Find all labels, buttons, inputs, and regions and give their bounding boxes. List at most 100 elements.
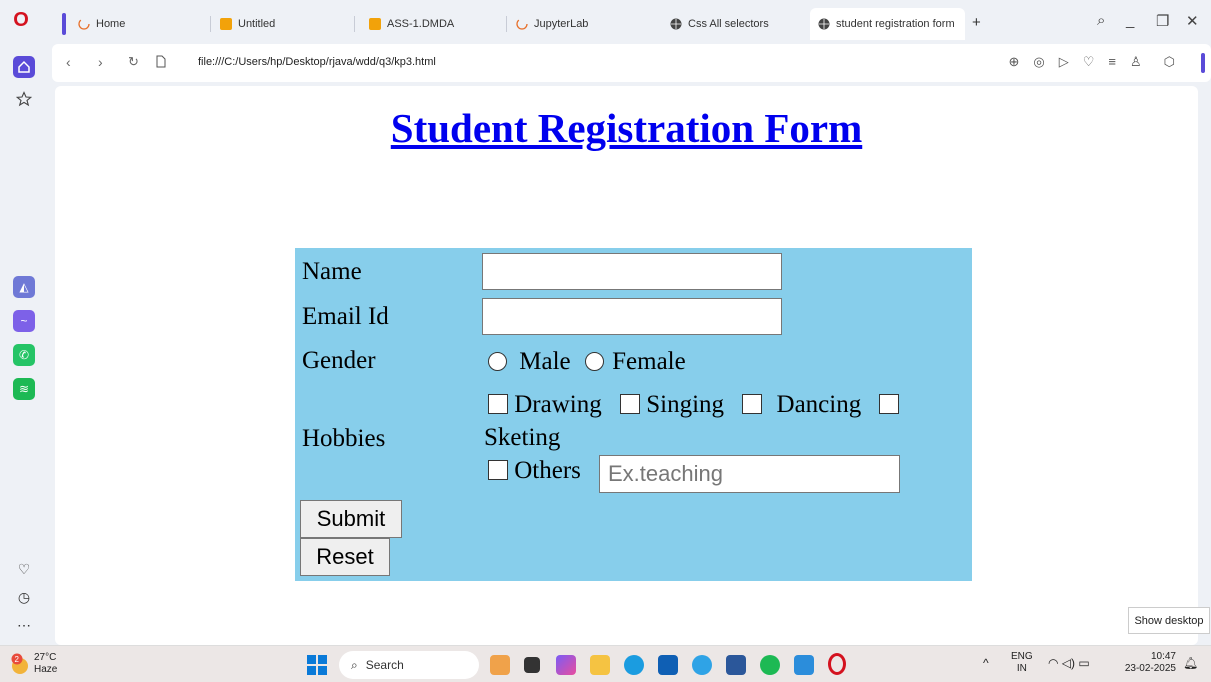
jupyter-icon	[516, 18, 528, 30]
tab-label: Home	[96, 18, 126, 30]
file-explorer-icon[interactable]	[590, 655, 610, 675]
home-icon[interactable]	[13, 56, 35, 78]
weather-widget[interactable]: 27°C Haze	[34, 652, 57, 676]
tab-label: JupyterLab	[534, 18, 589, 30]
gender-options: Male Female	[488, 348, 686, 376]
paint-app-icon[interactable]	[490, 655, 510, 675]
wifi-volume-battery-icon[interactable]: ◠ ◁) ▭	[1048, 656, 1090, 670]
globe-icon	[818, 18, 830, 30]
dancing-label: Dancing	[776, 391, 862, 418]
tab-label: ASS-1.DMDA	[387, 18, 455, 30]
document-icon	[369, 18, 381, 30]
singing-label: Singing	[646, 391, 725, 418]
sidebar-accent	[1201, 53, 1205, 73]
submit-button[interactable]: Submit	[300, 500, 402, 538]
whatsapp-icon[interactable]: ✆	[13, 344, 35, 366]
extensions-cube-icon[interactable]: ⬡	[1164, 54, 1175, 70]
tab-label: student registration form	[836, 18, 955, 30]
gender-label: Gender	[302, 347, 376, 374]
copilot-icon[interactable]	[556, 655, 576, 675]
tab-student-registration[interactable]: student registration form	[810, 8, 965, 40]
taskbar-search[interactable]: ⌕ Search	[339, 651, 479, 679]
mail-icon[interactable]	[658, 655, 678, 675]
word-icon[interactable]	[726, 655, 746, 675]
tab-label: Css All selectors	[688, 18, 769, 30]
drawing-checkbox[interactable]	[488, 394, 508, 414]
windows-start-icon[interactable]	[307, 655, 327, 675]
vscode-icon[interactable]	[794, 655, 814, 675]
page-title: Student Registration Form	[390, 105, 863, 151]
singing-checkbox[interactable]	[619, 394, 640, 414]
dancing-checkbox[interactable]	[742, 394, 763, 414]
opera-taskbar-icon[interactable]	[828, 653, 846, 675]
url-input[interactable]: file:///C:/Users/hp/Desktop/rjava/wdd/q3…	[198, 56, 436, 68]
page-viewport: Student Registration Form Name Email Id …	[55, 86, 1198, 645]
hobbies-row-others: Others	[488, 457, 581, 485]
email-input[interactable]	[482, 298, 782, 335]
search-placeholder: Search	[365, 658, 404, 672]
history-clock-icon[interactable]: ◷	[13, 586, 35, 608]
spotify-taskbar-icon[interactable]	[760, 655, 780, 675]
opera-logo-icon[interactable]: O	[10, 8, 32, 32]
hobbies-row-1: Drawing Singing Dancing	[488, 391, 900, 419]
back-icon[interactable]: ‹	[66, 54, 71, 70]
tab-ass-dmda[interactable]: ASS-1.DMDA	[361, 8, 501, 40]
sketing-label: Sketing	[484, 424, 561, 451]
tab-strip: Home Untitled ASS-1.DMDA JupyterLab Css …	[52, 8, 1211, 44]
name-label: Name	[302, 258, 362, 285]
lang-bottom: IN	[1016, 663, 1027, 674]
tray-chevron-icon[interactable]: ^	[983, 656, 989, 670]
messenger-icon[interactable]: ~	[13, 310, 35, 332]
name-input[interactable]	[482, 253, 782, 290]
female-radio[interactable]	[584, 352, 604, 371]
restore-icon[interactable]: ❐	[1156, 12, 1169, 30]
close-icon[interactable]: ✕	[1186, 12, 1199, 30]
notification-count: 2	[15, 655, 20, 664]
others-checkbox[interactable]	[488, 460, 508, 480]
heart-icon[interactable]: ♡	[13, 558, 35, 580]
easy-setup-icon[interactable]: ≡	[1108, 54, 1116, 70]
forward-icon[interactable]: ›	[98, 54, 103, 70]
email-label: Email Id	[302, 303, 389, 330]
tab-home[interactable]: Home	[70, 8, 210, 40]
language-indicator[interactable]: ENG IN	[1011, 651, 1033, 675]
reset-button[interactable]: Reset	[300, 538, 390, 576]
bookmarks-star-icon[interactable]	[13, 88, 35, 110]
loading-icon	[78, 18, 90, 30]
tab-search-icon[interactable]: ⌕	[1097, 12, 1105, 29]
aria-ai-icon[interactable]: ◭	[13, 276, 35, 298]
spotify-icon[interactable]: ≋	[13, 378, 35, 400]
more-icon[interactable]: ⋯	[13, 614, 35, 636]
clock[interactable]: 10:47 23-02-2025	[1118, 651, 1176, 675]
zoom-icon[interactable]: ⊕	[1008, 54, 1019, 70]
sketing-checkbox[interactable]	[879, 394, 900, 414]
tab-css-selectors[interactable]: Css All selectors	[662, 8, 802, 40]
address-bar: ‹ › ↻ file:///C:/Users/hp/Desktop/rjava/…	[52, 44, 1211, 82]
time: 10:47	[1150, 651, 1176, 662]
send-icon[interactable]: ▷	[1059, 54, 1069, 70]
others-label: Others	[514, 457, 581, 484]
reload-icon[interactable]: ↻	[128, 54, 139, 70]
male-label: Male	[519, 348, 571, 375]
document-icon	[220, 18, 232, 30]
edge-icon[interactable]	[624, 655, 644, 675]
minimize-icon[interactable]: _	[1126, 12, 1134, 29]
show-desktop-tooltip: Show desktop	[1128, 607, 1210, 634]
others-input[interactable]: Ex.teaching	[599, 455, 900, 493]
task-view-icon[interactable]	[524, 657, 540, 673]
new-tab-plus-icon[interactable]: +	[972, 14, 981, 31]
file-page-icon	[156, 55, 166, 71]
male-radio[interactable]	[488, 352, 507, 371]
snapshot-camera-icon[interactable]: ◎	[1033, 54, 1044, 70]
hobbies-label: Hobbies	[302, 425, 386, 452]
tab-jupyterlab[interactable]: JupyterLab	[508, 8, 648, 40]
drawing-label: Drawing	[514, 391, 602, 418]
notification-bell-icon[interactable]: 🔔︎	[1183, 656, 1198, 670]
tab-separator	[210, 16, 211, 32]
chrome-like-icon[interactable]	[692, 655, 712, 675]
tab-untitled[interactable]: Untitled	[212, 8, 352, 40]
profile-icon[interactable]: ♙	[1130, 54, 1142, 70]
address-actions: ⊕ ◎ ▷ ♡ ≡ ♙ ⬡	[1008, 54, 1175, 70]
bookmark-heart-icon[interactable]: ♡	[1083, 54, 1095, 70]
weather-icon[interactable]: 2	[9, 653, 31, 675]
